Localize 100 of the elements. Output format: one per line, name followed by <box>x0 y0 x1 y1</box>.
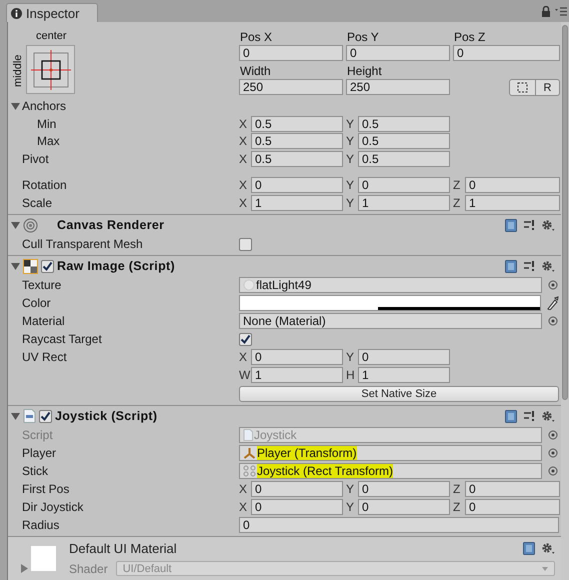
color-field[interactable] <box>239 295 542 311</box>
number-field[interactable]: 0 <box>251 349 343 365</box>
axis-label: Y <box>346 196 356 210</box>
axis-label: Z <box>453 178 462 192</box>
checkbox[interactable] <box>239 238 252 250</box>
expand-arrow-icon[interactable] <box>11 102 20 110</box>
field-label: Height <box>346 64 383 79</box>
number-field[interactable]: 0 <box>358 177 450 193</box>
menu-icon[interactable] <box>555 7 567 16</box>
expand-arrow-icon[interactable] <box>11 220 20 230</box>
set-native-size-button[interactable]: Set Native Size <box>239 386 559 402</box>
settings-icon[interactable] <box>541 260 555 272</box>
object-picker-icon[interactable] <box>548 316 558 326</box>
axis-label: X <box>239 134 248 148</box>
object-field[interactable]: flatLight49 <box>239 277 542 293</box>
section-label: Anchors <box>22 99 66 113</box>
eyedropper-icon[interactable] <box>547 296 559 310</box>
number-field[interactable]: 0 <box>239 45 343 61</box>
object-field[interactable]: Joystick (Rect Transform) <box>239 463 542 479</box>
number-field[interactable]: 1 <box>358 367 450 383</box>
number-field[interactable]: 0.5 <box>251 151 343 167</box>
axis-label: Z <box>453 482 462 496</box>
axis-label: X <box>239 116 248 130</box>
number-field[interactable]: 0 <box>251 481 343 497</box>
axis-label: X <box>239 178 248 192</box>
number-field[interactable]: 0.5 <box>358 116 450 132</box>
number-field[interactable]: 0 <box>465 177 560 193</box>
field-label: Rotation <box>22 178 68 192</box>
expand-arrow-icon[interactable] <box>11 262 20 270</box>
raw-edit-button[interactable]: R <box>536 79 560 96</box>
field-label: Pos Y <box>346 30 380 45</box>
field-label: Color <box>22 296 52 310</box>
field-label: Max <box>37 134 61 148</box>
settings-icon[interactable] <box>541 542 555 555</box>
script-file-icon <box>23 409 36 423</box>
number-field[interactable]: 0 <box>453 45 560 61</box>
number-field[interactable]: 1 <box>251 367 343 383</box>
number-field[interactable]: 0.5 <box>358 132 450 148</box>
vertical-anchor-label: middle <box>12 53 24 86</box>
scrollbar[interactable] <box>562 25 568 400</box>
help-icon[interactable] <box>523 542 535 555</box>
field-label: Pivot <box>22 152 50 166</box>
field-label: Scale <box>22 196 54 210</box>
inspector-tab[interactable]: Inspector <box>6 3 98 22</box>
number-field[interactable]: 0.5 <box>358 151 450 167</box>
sliders-icon[interactable] <box>523 260 535 272</box>
axis-label: W <box>239 368 251 382</box>
checkbox[interactable] <box>239 332 252 346</box>
number-field[interactable]: 250 <box>239 79 343 95</box>
expand-arrow-icon[interactable] <box>11 412 20 420</box>
lock-icon[interactable] <box>541 6 551 17</box>
checker-icon <box>23 258 38 274</box>
rect-transform-icon <box>243 465 256 477</box>
number-field[interactable]: 250 <box>346 79 450 95</box>
settings-icon[interactable] <box>541 410 555 422</box>
axis-label: Y <box>346 152 356 166</box>
expand-arrow-icon[interactable] <box>20 564 29 573</box>
number-field[interactable]: 0 <box>358 499 450 515</box>
sliders-icon[interactable] <box>523 219 535 231</box>
horizontal-anchor-label: center <box>36 30 68 43</box>
axis-label: Y <box>346 178 356 192</box>
settings-icon[interactable] <box>541 218 555 232</box>
sliders-icon[interactable] <box>523 410 535 422</box>
texture-icon <box>243 279 255 291</box>
axis-label: X <box>239 350 248 364</box>
component-title: Canvas Renderer <box>57 218 164 232</box>
field-label: Raycast Target <box>22 332 103 346</box>
help-icon[interactable] <box>505 410 517 422</box>
number-field[interactable]: 1 <box>358 195 450 211</box>
object-field[interactable]: None (Material) <box>239 313 542 329</box>
number-field[interactable]: 0 <box>465 481 560 497</box>
number-field[interactable]: 0 <box>465 499 560 515</box>
field-label: Texture <box>22 278 62 292</box>
number-field[interactable]: 1 <box>465 195 560 211</box>
object-field[interactable]: Player (Transform) <box>239 445 542 461</box>
number-field[interactable]: 0 <box>239 517 559 533</box>
axis-label: X <box>239 196 248 210</box>
dashed-square-icon <box>517 82 528 93</box>
field-label: Pos Z <box>453 30 486 45</box>
checkbox[interactable] <box>39 410 52 422</box>
axis-label: H <box>346 368 356 382</box>
blueprint-mode-button[interactable] <box>509 79 536 96</box>
field-label: Width <box>239 64 272 79</box>
help-icon[interactable] <box>505 218 517 232</box>
checkbox[interactable] <box>41 260 54 272</box>
number-field[interactable]: 1 <box>251 195 343 211</box>
number-field[interactable]: 0.5 <box>251 116 343 132</box>
field-label: Shader <box>69 562 108 576</box>
field-label: Cull Transparent Mesh <box>22 237 144 251</box>
help-icon[interactable] <box>505 260 517 272</box>
field-label: Pos X <box>239 30 274 45</box>
number-field[interactable]: 0.5 <box>251 132 343 148</box>
number-field[interactable]: 0 <box>358 349 450 365</box>
number-field[interactable]: 0 <box>251 499 343 515</box>
number-field[interactable]: 0 <box>346 45 450 61</box>
object-picker-icon[interactable] <box>548 280 558 290</box>
number-field[interactable]: 0 <box>358 481 450 497</box>
field-label: UV Rect <box>22 350 68 364</box>
anchor-preset-button[interactable] <box>26 45 75 94</box>
number-field[interactable]: 0 <box>251 177 343 193</box>
